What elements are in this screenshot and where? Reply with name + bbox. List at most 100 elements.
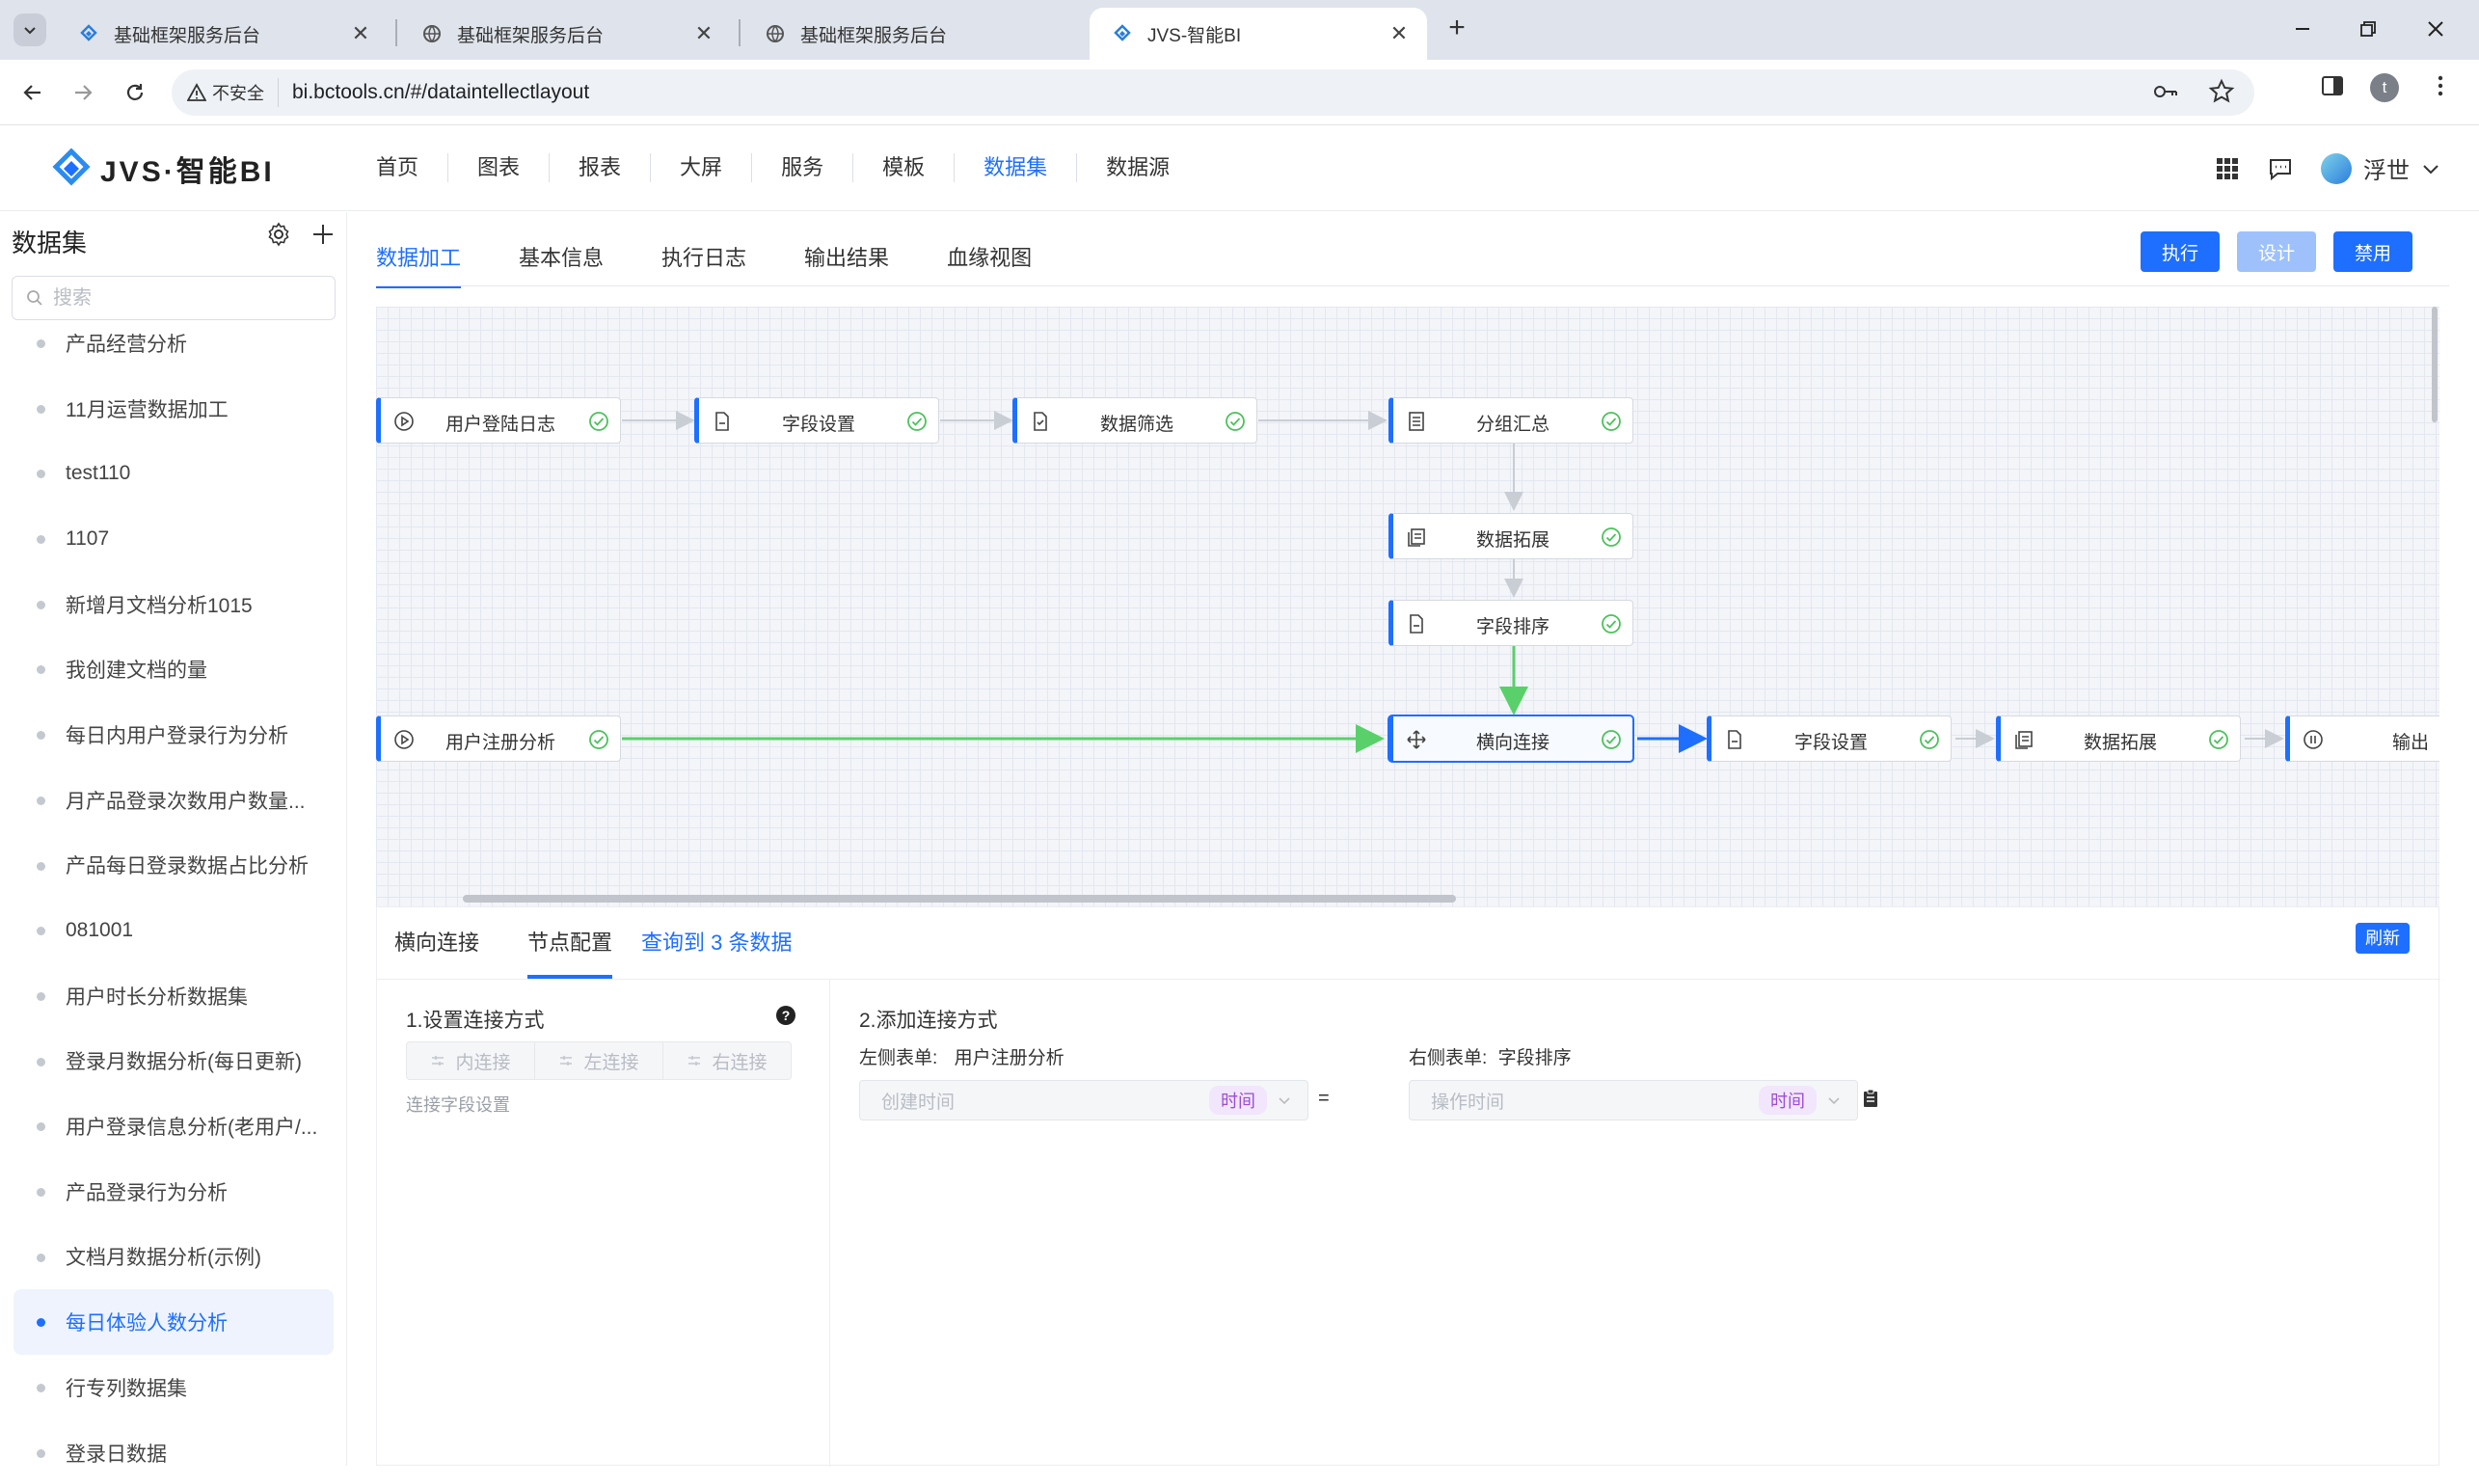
flow-node[interactable]: 字段排序 [1388,600,1633,646]
join-right-option[interactable]: 右连接 [663,1042,791,1079]
list-item[interactable]: 11月运营数据加工 [0,376,346,442]
bullet-dot [37,1253,45,1262]
dataset-tabs: 数据加工 基本信息 执行日志 输出结果 血缘视图 [376,241,1090,288]
move-cross-icon [1405,728,1428,751]
window-close-button[interactable] [2405,8,2466,50]
list-item[interactable]: 产品每日登录数据占比分析 [0,833,346,899]
back-button[interactable] [15,75,50,110]
join-left-option[interactable]: 左连接 [535,1042,663,1079]
list-item[interactable]: 行专列数据集 [0,1355,346,1420]
url-text[interactable]: bi.bctools.cn/#/dataintellectlayout [292,81,589,104]
security-indicator[interactable]: 不安全 [187,78,279,107]
flow-node[interactable]: 用户注册分析 [376,715,621,762]
list-item-active[interactable]: 每日体验人数分析 [13,1289,334,1355]
tab-data-processing[interactable]: 数据加工 [376,241,462,288]
new-tab-button[interactable]: + [1441,12,1473,44]
flow-node[interactable]: 输出 [2285,715,2439,762]
flow-node[interactable]: 用户登陆日志 [376,397,621,444]
refresh-button[interactable]: 刷新 [2356,923,2410,954]
settings-icon[interactable] [266,222,291,247]
message-icon[interactable] [2267,155,2294,182]
flow-node-selected[interactable]: 横向连接 [1388,715,1633,762]
app-logo[interactable]: JVS·智能BI [50,148,275,190]
star-icon[interactable] [2208,78,2235,105]
restore-button[interactable] [2337,8,2399,50]
list-item-label: 登录日数据 [66,1443,167,1466]
flow-node[interactable]: 字段设置 [1707,715,1952,762]
avatar [2321,152,2352,184]
list-item-label: 文档月数据分析(示例) [66,1247,261,1270]
execute-button[interactable]: 执行 [2141,231,2221,272]
bullet-dot [37,1122,45,1132]
list-item[interactable]: 产品经营分析 [0,310,346,376]
help-icon[interactable]: ? [776,1006,795,1025]
forward-button[interactable] [66,75,100,110]
query-result-link[interactable]: 查询到 3 条数据 [641,907,792,979]
nav-services[interactable]: 服务 [752,153,854,182]
tab-separator [739,19,741,46]
flow-node[interactable]: 数据筛选 [1012,397,1257,444]
list-item[interactable]: 产品登录行为分析 [0,1159,346,1225]
left-field-select[interactable]: 创建时间 时间 [859,1080,1308,1120]
list-item[interactable]: 我创建文档的量 [0,636,346,702]
nav-templates[interactable]: 模板 [853,153,956,182]
nav-datasources[interactable]: 数据源 [1077,153,1199,182]
flow-node[interactable]: 分组汇总 [1388,397,1633,444]
vertical-scrollbar[interactable] [2432,307,2438,422]
join-inner-option[interactable]: 内连接 [407,1042,535,1079]
browser-menu-button[interactable] [2428,73,2453,98]
list-item[interactable]: 新增月文档分析1015 [0,572,346,637]
list-item[interactable]: 每日内用户登录行为分析 [0,702,346,768]
tab-node-name[interactable]: 横向连接 [394,907,479,979]
list-item[interactable]: test110 [0,441,346,506]
nav-reports[interactable]: 报表 [550,153,652,182]
browser-tab[interactable]: 基础框架服务后台 ✕ [56,8,389,60]
omnibox[interactable]: 不安全 bi.bctools.cn/#/dataintellectlayout [172,69,2254,116]
tab-output[interactable]: 输出结果 [804,241,889,288]
minimize-button[interactable] [2272,8,2333,50]
apps-grid-icon[interactable] [2215,156,2240,181]
close-icon[interactable]: ✕ [348,21,373,46]
flow-node[interactable]: 字段设置 [694,397,939,444]
list-item[interactable]: 登录月数据分析(每日更新) [0,1029,346,1094]
search-input[interactable] [53,286,323,310]
right-field-select[interactable]: 操作时间 时间 [1409,1080,1858,1120]
close-icon[interactable]: ✕ [1387,21,1412,46]
browser-tab[interactable]: 基础框架服务后台 [742,8,1090,60]
close-icon[interactable]: ✕ [691,21,716,46]
browser-tab[interactable]: 基础框架服务后台 ✕ [399,8,732,60]
nav-bigscreen[interactable]: 大屏 [651,153,753,182]
list-item[interactable]: 1107 [0,506,346,572]
disable-button[interactable]: 禁用 [2333,231,2413,272]
flow-canvas[interactable]: 用户登陆日志 字段设置 数据筛选 分组汇总 数据拓展 字段排序 用户注册分析 横… [376,307,2439,906]
add-icon[interactable] [310,222,336,247]
list-item[interactable]: 用户登录信息分析(老用户/... [0,1093,346,1159]
list-item[interactable]: 登录日数据 [0,1420,346,1466]
reload-button[interactable] [118,75,152,110]
tab-basic-info[interactable]: 基本信息 [519,241,604,288]
profile-button[interactable]: t [2370,73,2399,102]
list-item[interactable]: 文档月数据分析(示例) [0,1225,346,1290]
sidepanel-button[interactable] [2320,73,2345,98]
list-item[interactable]: 081001 [0,898,346,963]
key-icon[interactable] [2152,78,2179,105]
tab-node-config[interactable]: 节点配置 [527,907,613,979]
list-item[interactable]: 用户时长分析数据集 [0,963,346,1029]
tab-exec-log[interactable]: 执行日志 [661,241,746,288]
join-type-selector[interactable]: 内连接 左连接 右连接 [406,1041,792,1080]
tab-lineage[interactable]: 血缘视图 [947,241,1032,288]
browser-tab-active[interactable]: JVS-智能BI ✕ [1090,8,1427,60]
flow-node[interactable]: 数据拓展 [1996,715,2241,762]
list-item[interactable]: 月产品登录次数用户数量... [0,768,346,833]
user-menu[interactable]: 浮世 [2321,151,2440,185]
clipboard-icon[interactable] [1860,1088,1881,1109]
nav-datasets[interactable]: 数据集 [955,153,1078,182]
nav-home[interactable]: 首页 [347,153,449,182]
flow-node[interactable]: 数据拓展 [1388,513,1633,559]
restore-icon [2360,21,2376,37]
tab-search-button[interactable] [13,13,46,46]
list-item-label: 081001 [66,919,134,942]
horizontal-scrollbar[interactable] [463,895,1456,903]
design-button[interactable]: 设计 [2237,231,2317,272]
nav-charts[interactable]: 图表 [448,153,551,182]
